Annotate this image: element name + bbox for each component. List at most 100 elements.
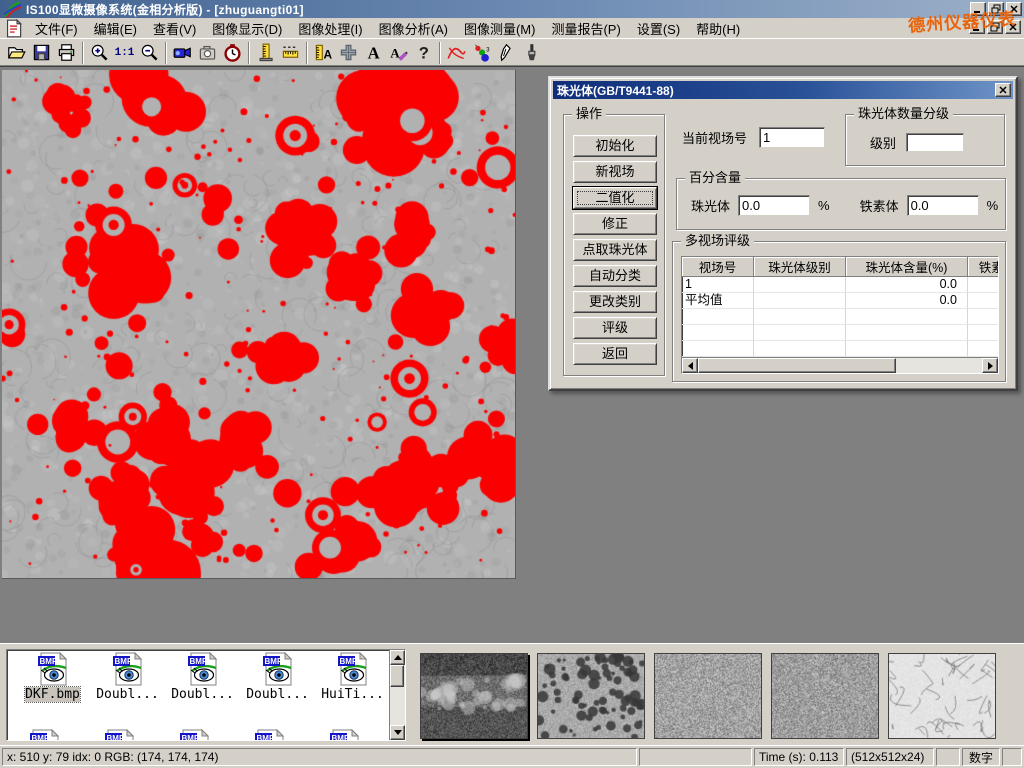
scrollbar-thumb[interactable]	[698, 358, 896, 373]
camera-capture-button[interactable]	[195, 41, 220, 65]
svg-text:A: A	[324, 47, 333, 61]
cell	[968, 309, 999, 325]
measure-annotate-button[interactable]: A	[311, 41, 336, 65]
particle-classify-button[interactable]: 3	[469, 41, 494, 65]
curve-tool-button[interactable]	[444, 41, 469, 65]
child-close-button[interactable]	[1005, 20, 1021, 34]
operations-group: 操作 初始化 新视场 二值化 修正 点取珠光体 自动分类 更改类别 评级 返回	[563, 114, 665, 376]
file-browser-panel: DKF.bmp Doubl... Doubl... Doubl... HuiTi…	[0, 643, 1024, 745]
open-button[interactable]	[4, 41, 29, 65]
scroll-left-button[interactable]	[682, 358, 698, 373]
file-list[interactable]: DKF.bmp Doubl... Doubl... Doubl... HuiTi…	[6, 649, 406, 741]
text-tool-button[interactable]: A	[361, 41, 386, 65]
zoom-out-button[interactable]	[137, 41, 162, 65]
scroll-down-button[interactable]	[390, 725, 405, 740]
pick-pearlite-button[interactable]: 点取珠光体	[573, 239, 657, 261]
file-list-scrollbar[interactable]	[389, 650, 405, 740]
zoom-in-icon	[90, 43, 109, 62]
grid-tool-button[interactable]	[336, 41, 361, 65]
thumbnail-4[interactable]	[771, 653, 879, 739]
measure-text-icon: A	[314, 43, 333, 62]
table-row[interactable]	[682, 325, 998, 341]
timer-button[interactable]	[220, 41, 245, 65]
col-pearlite-grade[interactable]: 珠光体级别	[754, 257, 846, 277]
child-minimize-button[interactable]	[969, 20, 985, 34]
caliper-measure-button[interactable]	[253, 41, 278, 65]
menu-image-display[interactable]: 图像显示(D)	[204, 17, 290, 40]
binarize-button[interactable]: 二值化	[573, 187, 657, 209]
thumbnail-1[interactable]	[420, 653, 528, 739]
file-name[interactable]: Doubl...	[171, 687, 234, 702]
scroll-up-button[interactable]	[390, 650, 405, 665]
right-arrow-icon	[988, 362, 993, 370]
correct-button[interactable]: 修正	[573, 213, 657, 235]
pen-icon	[497, 43, 516, 62]
pen-tool-button[interactable]	[494, 41, 519, 65]
menu-file[interactable]: 文件(F)	[27, 17, 86, 40]
annotate-text-button[interactable]: A	[386, 41, 411, 65]
file-item[interactable]: Doubl...	[90, 652, 165, 702]
restore-button[interactable]	[988, 2, 1004, 16]
analysis-image[interactable]	[2, 70, 516, 579]
scroll-right-button[interactable]	[982, 358, 998, 373]
change-class-button[interactable]: 更改类别	[573, 291, 657, 313]
table-row[interactable]: 1 0.0	[682, 277, 998, 293]
close-button[interactable]	[1006, 2, 1022, 16]
current-field-input[interactable]: 1	[759, 127, 825, 148]
menu-help[interactable]: 帮助(H)	[688, 17, 748, 40]
file-row-clipped	[7, 729, 391, 741]
table-row[interactable]	[682, 341, 998, 357]
bmp-file-icon	[29, 729, 61, 741]
menu-settings[interactable]: 设置(S)	[629, 17, 688, 40]
pearlite-percent-input[interactable]: 0.0	[738, 195, 810, 216]
save-button[interactable]	[29, 41, 54, 65]
thumbnail-3[interactable]	[654, 653, 762, 739]
menu-image-measure[interactable]: 图像测量(M)	[456, 17, 544, 40]
menu-view[interactable]: 查看(V)	[145, 17, 204, 40]
table-row[interactable]: 平均值 0.0	[682, 293, 998, 309]
ferrite-percent-input[interactable]: 0.0	[907, 195, 979, 216]
scrollbar-thumb[interactable]	[390, 665, 404, 687]
initialize-button[interactable]: 初始化	[573, 135, 657, 157]
toolbar-separator	[306, 42, 308, 64]
col-field-no[interactable]: 视场号	[682, 257, 754, 277]
menu-edit[interactable]: 编辑(E)	[86, 17, 145, 40]
thumbnail-5[interactable]	[888, 653, 996, 739]
help-button[interactable]: ?	[411, 41, 436, 65]
auto-classify-button[interactable]: 自动分类	[573, 265, 657, 287]
menu-measure-report[interactable]: 测量报告(P)	[543, 17, 628, 40]
table-horizontal-scrollbar[interactable]	[682, 357, 998, 373]
bmp-file-icon	[179, 729, 211, 741]
file-item[interactable]: HuiTi...	[315, 652, 390, 702]
open-icon	[7, 43, 26, 62]
file-name[interactable]: Doubl...	[246, 687, 309, 702]
menu-image-analysis[interactable]: 图像分析(A)	[371, 17, 456, 40]
file-item[interactable]: Doubl...	[240, 652, 315, 702]
file-item[interactable]: DKF.bmp	[15, 652, 90, 702]
return-button[interactable]: 返回	[573, 343, 657, 365]
col-pearlite-content[interactable]: 珠光体含量(%)	[846, 257, 968, 277]
file-name[interactable]: Doubl...	[96, 687, 159, 702]
menu-image-processing[interactable]: 图像处理(I)	[290, 17, 370, 40]
file-name[interactable]: HuiTi...	[321, 687, 384, 702]
new-field-button[interactable]: 新视场	[573, 161, 657, 183]
file-name[interactable]: DKF.bmp	[25, 687, 80, 702]
video-capture-button[interactable]	[170, 41, 195, 65]
minimize-button[interactable]	[970, 2, 986, 16]
cell	[754, 293, 846, 309]
actual-size-button[interactable]: 1:1	[112, 41, 137, 65]
dialog-title-bar[interactable]: 珠光体(GB/T9441-88)	[553, 81, 1013, 99]
thumbnail-2[interactable]	[537, 653, 645, 739]
dialog-close-button[interactable]	[995, 83, 1011, 97]
table-row[interactable]	[682, 309, 998, 325]
zoom-in-button[interactable]	[87, 41, 112, 65]
ruler-measure-button[interactable]	[278, 41, 303, 65]
col-ferrite[interactable]: 铁素体	[968, 257, 999, 277]
child-restore-button[interactable]	[987, 20, 1003, 34]
print-button[interactable]	[54, 41, 79, 65]
brush-tool-button[interactable]	[519, 41, 544, 65]
file-item[interactable]: Doubl...	[165, 652, 240, 702]
curve-tool-icon	[447, 43, 466, 62]
grade-button[interactable]: 评级	[573, 317, 657, 339]
level-input[interactable]	[906, 133, 964, 152]
